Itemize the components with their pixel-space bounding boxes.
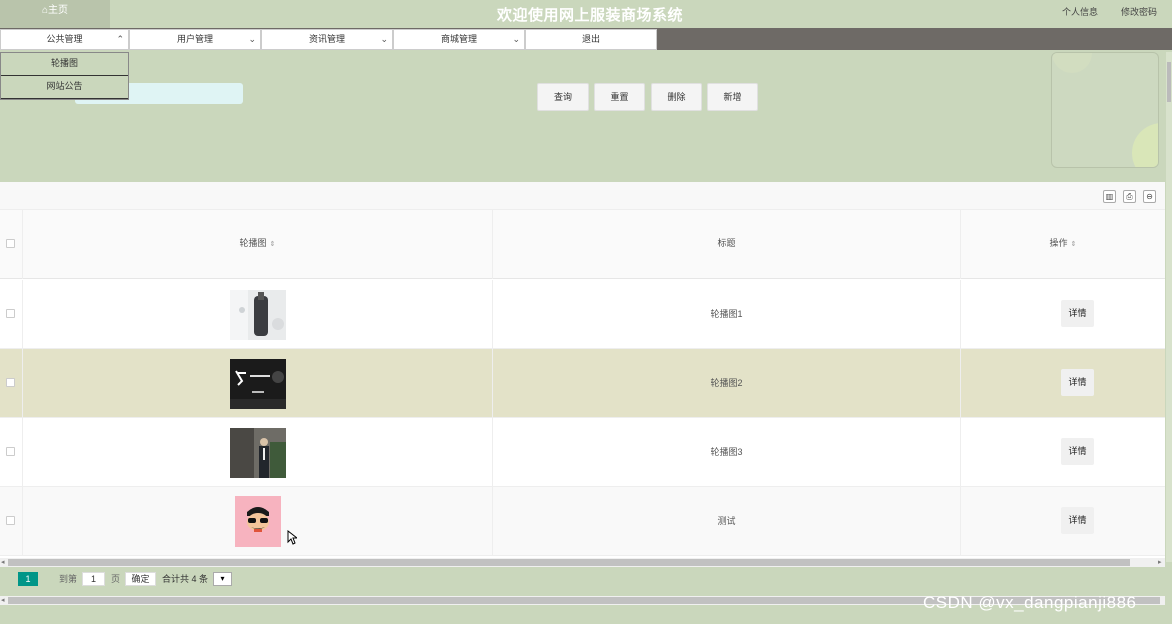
table-row: 轮播图3 详情 [0,418,1165,487]
column-header-image[interactable]: 轮播图 ⇕ [23,210,493,279]
reset-button[interactable]: 重置 [594,83,645,111]
decorative-circle [1052,53,1092,73]
nav-label: 公共管理 [46,34,83,44]
chevron-down-icon: ▾ [220,574,225,583]
goto-prefix: 到第 [59,574,78,584]
vertical-scrollbar[interactable] [1166,52,1172,562]
detail-button[interactable]: 详情 [1061,369,1094,396]
chevron-down-icon: ⌄ [512,34,520,44]
page-number-input[interactable]: 1 [82,572,105,586]
query-button[interactable]: 查询 [537,83,589,111]
table-header: 轮播图 ⇕ 标题 操作 ⇕ [0,210,1165,279]
table-toolbar: ▥ ⎙ ⊖ [0,182,1165,210]
nav-label: 资讯管理 [308,34,345,44]
print-icon[interactable]: ⎙ [1123,190,1136,203]
profile-link[interactable]: 个人信息 [1062,5,1098,18]
chevron-down-icon: ⌄ [248,34,256,44]
mouse-cursor-icon [287,530,297,545]
title-cell: 轮播图2 [493,349,961,418]
title-cell: 轮播图1 [493,280,961,349]
sort-icon[interactable]: ⇕ [270,241,276,248]
image-cell [23,349,493,418]
data-table: ▥ ⎙ ⊖ 轮播图 ⇕ 标题 操作 ⇕ 轮播图1 详情 轮播图2 详情 轮播图3… [0,182,1165,558]
chevron-up-icon: ⌃ [116,34,124,44]
nav-news-management[interactable]: 资讯管理 ⌄ [261,29,393,50]
nav-shop-management[interactable]: 商城管理 ⌄ [393,29,525,50]
row-checkbox[interactable] [6,309,15,318]
detail-button[interactable]: 详情 [1061,438,1094,465]
change-password-link[interactable]: 修改密码 [1121,5,1157,18]
table-row: 轮播图1 详情 [0,280,1165,349]
watermark: CSDN @vx_dangpianji886 [923,593,1137,612]
confirm-page-button[interactable]: 确定 [125,572,156,586]
total-count: 合计共 4 条 [162,574,209,584]
row-checkbox-cell [0,487,23,556]
goto-suffix: 页 [111,574,121,584]
header-checkbox-cell [0,210,23,279]
page-size-select[interactable]: ▾ [213,572,232,586]
pagination: 1 到第 1 页 确定 合计共 4 条 ▾ [0,568,1165,590]
image-cell [23,418,493,487]
carousel-thumbnail [230,428,286,478]
carousel-thumbnail [235,496,281,547]
row-checkbox[interactable] [6,378,15,387]
nav-user-management[interactable]: 用户管理 ⌄ [129,29,261,50]
image-cell [23,280,493,349]
detail-button[interactable]: 详情 [1061,300,1094,327]
delete-button[interactable]: 删除 [651,83,702,111]
table-horizontal-scrollbar[interactable]: ◂ ▸ [0,558,1165,567]
top-bar: ⌂主页 欢迎使用网上服装商场系统 个人信息 修改密码 [0,0,1172,28]
home-button[interactable]: ⌂主页 [0,0,110,28]
site-title: 欢迎使用网上服装商场系统 [496,7,683,24]
column-label: 操作 [1049,238,1068,248]
nav-label: 退出 [581,34,600,44]
title-cell: 测试 [493,487,961,556]
column-header-title: 标题 [493,210,961,279]
row-checkbox[interactable] [6,516,15,525]
decorative-card [1051,52,1159,168]
nav-label: 用户管理 [176,34,213,44]
scroll-right-icon[interactable]: ▸ [1158,558,1162,566]
carousel-thumbnail [230,290,286,340]
scroll-left-icon[interactable]: ◂ [1,596,5,604]
scrollbar-thumb[interactable] [8,559,1130,566]
scroll-left-icon[interactable]: ◂ [1,558,5,566]
main-nav: 公共管理 ⌃ 用户管理 ⌄ 资讯管理 ⌄ 商城管理 ⌄ 退出 [0,28,1172,50]
columns-icon[interactable]: ▥ [1103,190,1116,203]
export-icon[interactable]: ⊖ [1143,190,1156,203]
chevron-down-icon: ⌄ [380,34,388,44]
title-cell: 轮播图3 [493,418,961,487]
nav-logout[interactable]: 退出 [525,29,657,50]
row-checkbox-cell [0,418,23,487]
scrollbar-thumb[interactable] [1167,62,1171,102]
column-header-actions[interactable]: 操作 ⇕ [961,210,1165,279]
sort-icon[interactable]: ⇕ [1071,241,1077,248]
row-checkbox-cell [0,349,23,418]
detail-button[interactable]: 详情 [1061,507,1094,534]
nav-public-management[interactable]: 公共管理 ⌃ [0,29,129,50]
decorative-circle [1132,123,1158,167]
dropdown-item-announcement[interactable]: 网站公告 [1,76,128,99]
add-button[interactable]: 新增 [707,83,758,111]
row-checkbox-cell [0,280,23,349]
carousel-thumbnail [230,359,286,409]
home-label: 主页 [48,5,69,16]
dropdown-item-carousel[interactable]: 轮播图 [1,53,128,76]
image-cell [23,487,493,556]
table-row: 测试 详情 [0,487,1165,556]
current-page[interactable]: 1 [18,572,38,586]
nav-label: 商城管理 [440,34,477,44]
table-row: 轮播图2 详情 [0,349,1165,418]
column-label: 标题 [717,238,736,248]
column-label: 轮播图 [239,238,267,248]
nav-dropdown-menu: 轮播图 网站公告 [0,52,129,100]
row-checkbox[interactable] [6,447,15,456]
select-all-checkbox[interactable] [6,239,15,248]
